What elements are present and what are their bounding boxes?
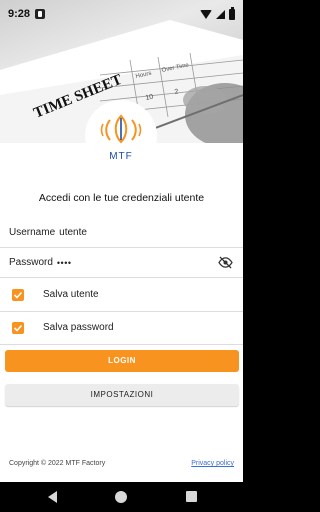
save-password-row[interactable]: Salva password [0,311,243,345]
status-bar: 9:28 [0,0,243,28]
back-icon[interactable] [48,491,57,503]
mtf-logo-mark-icon [100,114,142,144]
login-button[interactable]: LOGIN [5,350,239,372]
status-time: 9:28 [8,8,31,20]
login-title: Accedi con le tue credenziali utente [38,192,205,204]
app-screen: TIME SHEET Hours Over Time 10 2 9:28 MTF… [0,0,243,512]
password-field[interactable]: Password •••• [0,248,243,278]
password-label: Password [9,257,53,268]
username-field[interactable]: Username utente [0,218,243,248]
save-user-label: Salva utente [43,289,99,300]
username-label: Username [9,227,56,238]
privacy-policy-link[interactable]: Privacy policy [191,460,234,467]
save-password-label: Salva password [43,322,114,333]
check-icon [13,291,23,299]
logo-text: MTF [109,151,133,162]
visibility-off-icon[interactable] [218,256,233,269]
navigation-bar [0,482,243,512]
username-value[interactable]: utente [59,227,87,238]
battery-icon [229,6,235,20]
settings-button[interactable]: IMPOSTAZIONI [5,384,239,406]
copyright-text: Copyright © 2022 MTF Factory [9,460,106,467]
status-icons [200,6,235,20]
recents-icon[interactable] [186,491,197,502]
save-password-checkbox[interactable] [12,321,24,334]
wifi-icon [200,9,212,19]
mtf-logo: MTF [85,100,157,172]
save-user-row[interactable]: Salva utente [0,278,243,312]
check-icon [13,324,23,332]
password-value[interactable]: •••• [57,258,72,268]
save-user-checkbox[interactable] [12,288,24,301]
signal-icon [216,9,225,19]
home-icon[interactable] [115,491,127,503]
app-notification-icon [35,9,46,19]
